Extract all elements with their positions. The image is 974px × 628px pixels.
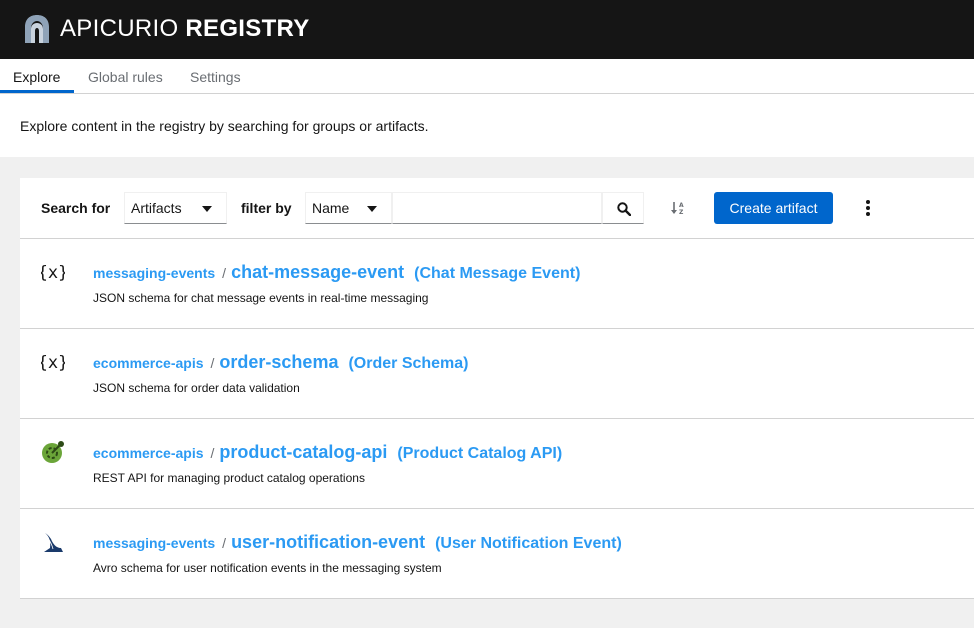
artifact-row[interactable]: {x} ecommerce-apis / order-schema (Order… [20, 329, 974, 419]
apicurio-logo-icon [25, 15, 49, 43]
nav-tabs: Explore Global rules Settings [0, 59, 974, 94]
separator: / [210, 355, 215, 371]
artifact-name: (User Notification Event) [435, 535, 622, 552]
sort-button[interactable]: A Z [670, 200, 686, 216]
masthead: APICURIO REGISTRY [0, 0, 974, 59]
separator: / [222, 535, 227, 551]
search-for-value: Artifacts [131, 200, 182, 216]
tab-settings[interactable]: Settings [190, 59, 241, 94]
kebab-menu-icon[interactable] [862, 200, 874, 218]
artifact-id-link[interactable]: product-catalog-api [219, 442, 387, 463]
svg-text:Z: Z [679, 209, 684, 216]
caret-down-icon [202, 206, 212, 212]
json-schema-icon: {x} [41, 353, 65, 373]
svg-text:A: A [679, 202, 684, 209]
tab-global-rules[interactable]: Global rules [88, 59, 163, 94]
artifact-name: (Chat Message Event) [414, 265, 581, 282]
json-schema-icon: {x} [41, 263, 65, 283]
artifact-group-link[interactable]: ecommerce-apis [93, 445, 204, 461]
artifact-group-link[interactable]: messaging-events [93, 535, 215, 551]
create-artifact-button[interactable]: Create artifact [714, 192, 833, 224]
filter-by-select[interactable]: Name [305, 192, 392, 224]
artifact-description: JSON schema for order data validation [93, 381, 300, 395]
avro-icon [44, 533, 63, 552]
search-for-select[interactable]: Artifacts [124, 192, 227, 224]
artifact-name: (Order Schema) [348, 355, 469, 372]
separator: / [222, 265, 227, 281]
svg-text:{x}: {x} [41, 263, 65, 283]
artifact-id-link[interactable]: order-schema [219, 352, 338, 373]
search-icon [617, 202, 631, 216]
search-input[interactable] [392, 192, 602, 224]
search-button[interactable] [602, 192, 644, 224]
filter-by-value: Name [312, 200, 350, 216]
artifact-description: JSON schema for chat message events in r… [93, 291, 429, 305]
artifact-id-link[interactable]: chat-message-event [231, 262, 404, 283]
artifact-description: Avro schema for user notification events… [93, 561, 442, 575]
caret-down-icon [367, 206, 377, 212]
intro-text: Explore content in the registry by searc… [20, 118, 429, 134]
artifact-name: (Product Catalog API) [397, 445, 563, 462]
sort-ascending-icon: A Z [671, 202, 684, 216]
intro-section: Explore content in the registry by searc… [0, 94, 974, 157]
filter-by-label: filter by [241, 200, 292, 216]
active-tab-indicator [0, 90, 74, 93]
logo-text-light: APICURIO [60, 15, 179, 42]
search-toolbar: Search for Artifacts filter by Name A Z … [20, 178, 974, 239]
openapi-icon [42, 441, 64, 463]
svg-text:{x}: {x} [41, 353, 65, 373]
artifacts-panel: Search for Artifacts filter by Name A Z … [20, 178, 974, 599]
apicurio-logo[interactable]: APICURIO REGISTRY [22, 13, 310, 45]
artifact-group-link[interactable]: messaging-events [93, 265, 215, 281]
logo-text-bold: REGISTRY [185, 15, 310, 42]
tab-explore[interactable]: Explore [13, 59, 60, 94]
search-for-label: Search for [41, 200, 111, 216]
separator: / [210, 445, 215, 461]
artifact-row[interactable]: messaging-events / user-notification-eve… [20, 509, 974, 599]
artifact-row[interactable]: ecommerce-apis / product-catalog-api (Pr… [20, 419, 974, 509]
artifact-description: REST API for managing product catalog op… [93, 471, 365, 485]
artifact-row[interactable]: {x} messaging-events / chat-message-even… [20, 239, 974, 329]
artifact-id-link[interactable]: user-notification-event [231, 532, 425, 553]
artifact-group-link[interactable]: ecommerce-apis [93, 355, 204, 371]
